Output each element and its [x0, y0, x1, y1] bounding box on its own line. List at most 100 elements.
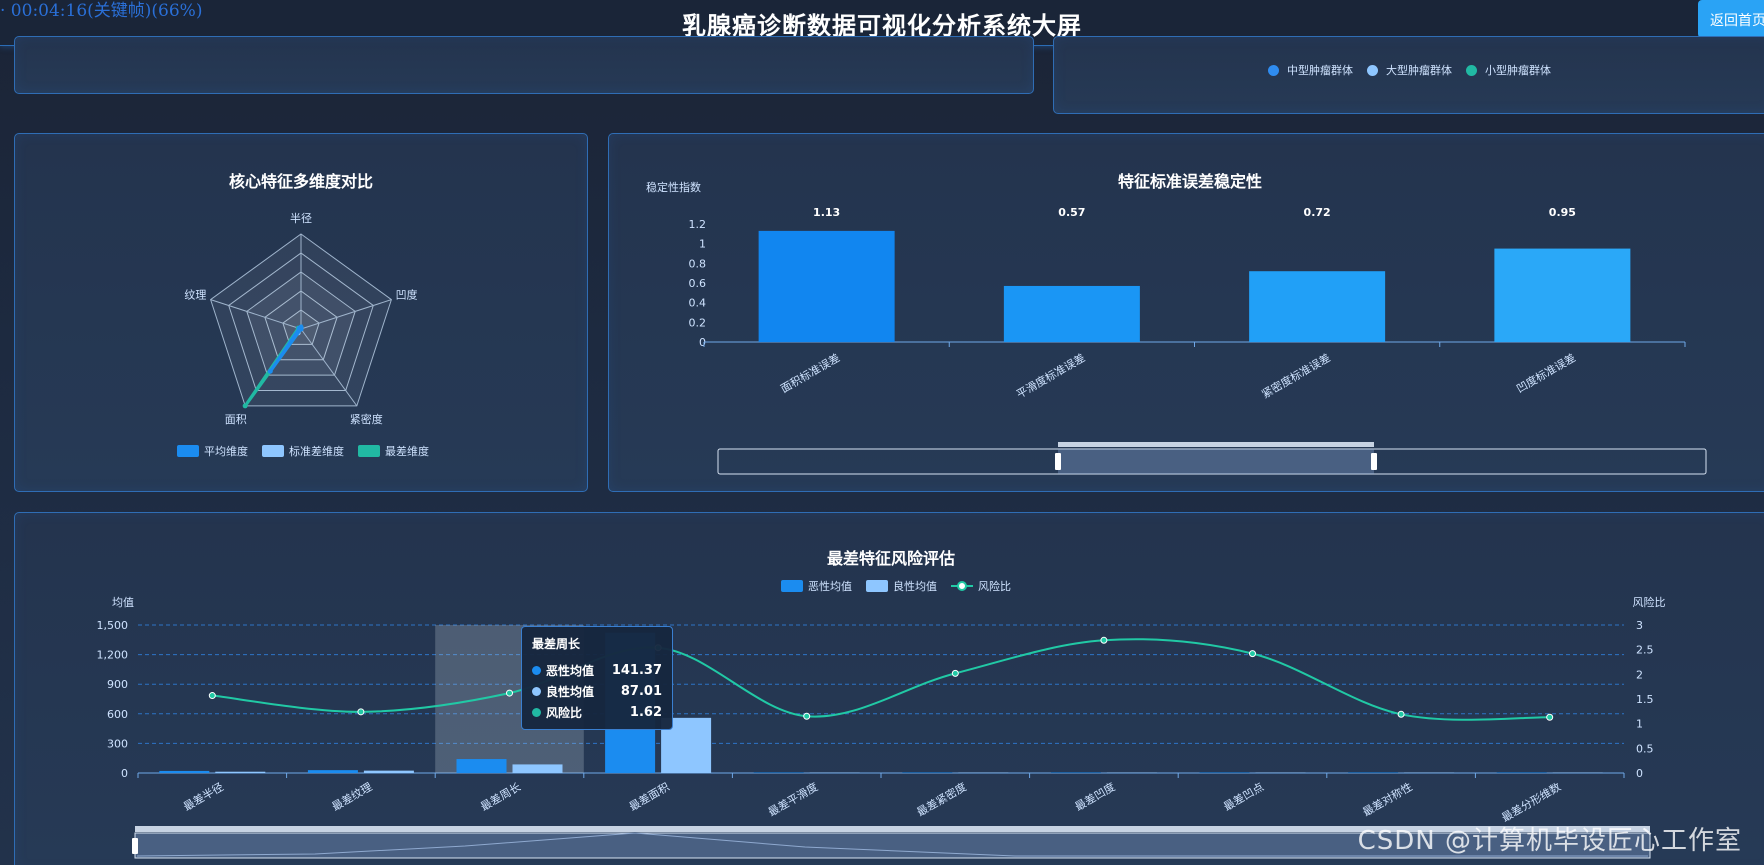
legend-label: 中型肿瘤群体 — [1287, 64, 1353, 77]
bar-y-tick: 0.4 — [689, 297, 707, 310]
radar-point — [267, 368, 273, 374]
risk-ratio-point — [1397, 710, 1405, 718]
risk-ratio-point — [1249, 650, 1256, 658]
top-right-legend-item[interactable]: 小型肿瘤群体 — [1466, 62, 1551, 78]
risk-ratio-point — [803, 712, 811, 720]
risk-ratio-point — [357, 708, 365, 716]
stability-bar — [758, 230, 895, 342]
risk-bar-malignant — [307, 770, 358, 773]
risk-bar-benign — [363, 770, 414, 773]
zoom-top-bar — [1058, 442, 1374, 447]
risk-category-label: 最差凹度 — [1072, 779, 1117, 813]
tooltip-value: 141.37 — [611, 663, 662, 678]
chart-tooltip: 最差周长 恶性均值 141.37 良性均值 87.01 风险比 1.62 — [521, 626, 673, 730]
radar-legend-item[interactable]: 平均维度 — [177, 443, 248, 459]
risk-ratio-line — [212, 638, 1550, 721]
tooltip-row: 风险比 1.62 — [532, 702, 662, 723]
top-left-panel — [14, 36, 1034, 94]
top-right-panel: 中型肿瘤群体 大型肿瘤群体 小型肿瘤群体 — [1053, 36, 1764, 114]
risk-right-tick: 3 — [1636, 619, 1643, 632]
top-right-legend: 中型肿瘤群体 大型肿瘤群体 小型肿瘤群体 — [1268, 62, 1565, 78]
zoom-handle-right — [1371, 453, 1377, 470]
risk-ratio-point — [1100, 636, 1108, 644]
tooltip-label: 良性均值 — [546, 685, 595, 699]
risk-category-label: 最差平滑度 — [766, 779, 821, 819]
risk-bar-malignant — [902, 772, 953, 773]
radar-axis-label: 半径 — [290, 211, 312, 225]
radar-legend-item[interactable]: 标准差维度 — [262, 443, 344, 459]
tooltip-rows: 恶性均值 141.37 良性均值 87.01 风险比 1.62 — [532, 660, 662, 723]
risk-bar-benign — [1255, 772, 1306, 773]
stability-category-label: 凹度标准误差 — [1514, 350, 1578, 395]
tooltip-value: 1.62 — [629, 705, 662, 720]
legend-label: 平均维度 — [204, 445, 248, 458]
risk-bar-malignant — [1050, 772, 1101, 773]
radar-axis-label: 面积 — [225, 413, 247, 426]
legend-swatch — [177, 445, 199, 457]
legend-label: 大型肿瘤群体 — [1386, 64, 1452, 77]
risk-ratio-point — [208, 692, 216, 700]
stability-value-label: 0.57 — [1058, 206, 1085, 219]
stability-value-label: 1.13 — [813, 206, 840, 219]
risk-bar-benign — [215, 771, 266, 773]
tooltip-row: 恶性均值 141.37 — [532, 660, 662, 681]
risk-left-tick: 300 — [107, 737, 128, 750]
risk-left-tick: 600 — [107, 708, 128, 721]
stability-category-label: 紧密度标准误差 — [1259, 350, 1333, 401]
back-home-button[interactable]: 返回首页 — [1698, 0, 1764, 38]
zoom-window — [1058, 449, 1374, 474]
risk-bar-benign — [958, 772, 1009, 773]
radar-point — [296, 325, 302, 331]
radar-panel: 核心特征多维度对比 半径 凹度 紧密度 面积 纹理 平均维度 标准差维度 最差维度 — [14, 133, 588, 492]
zoom-handle-left — [132, 838, 138, 854]
risk-left-tick: 900 — [107, 678, 128, 691]
radar-axis-label: 纹理 — [184, 288, 206, 302]
risk-ratio-point — [506, 689, 513, 697]
risk-bar-benign — [809, 772, 860, 773]
radar-chart: 半径凹度紧密度 面积 纹理 — [184, 211, 417, 426]
risk-category-label: 最差紧密度 — [914, 779, 969, 819]
risk-right-tick: 1 — [1636, 718, 1643, 731]
radar-axis-label: 紧密度 — [350, 412, 383, 426]
tooltip-title: 最差周长 — [532, 637, 581, 651]
risk-left-tick: 0 — [121, 767, 128, 780]
legend-label: 标准差维度 — [289, 445, 344, 458]
risk-right-tick: 0.5 — [1636, 742, 1654, 755]
stability-zoom-slider[interactable] — [717, 442, 1707, 475]
legend-swatch — [1367, 64, 1378, 76]
stability-bar — [1494, 248, 1631, 342]
stability-bar — [1249, 271, 1386, 342]
risk-bar-malignant — [159, 770, 210, 773]
tooltip-row: 良性均值 87.01 — [532, 681, 662, 702]
tooltip-dot — [532, 687, 541, 696]
stability-value-label: 0.95 — [1549, 206, 1576, 219]
legend-label: 最差维度 — [385, 445, 429, 458]
legend-swatch — [1268, 64, 1279, 76]
top-right-legend-item[interactable]: 大型肿瘤群体 — [1367, 62, 1452, 78]
risk-left-tick: 1,200 — [97, 649, 129, 662]
risk-bar-benign — [1552, 772, 1603, 773]
risk-combo-chart: 均值 风险比1,5001,200900600300032.521.510.50最差… — [97, 595, 1666, 859]
legend-swatch — [262, 445, 284, 457]
tooltip-dot — [532, 666, 541, 675]
stability-value-label: 0.72 — [1304, 206, 1331, 219]
top-right-legend-item[interactable]: 中型肿瘤群体 — [1268, 62, 1353, 78]
bar-y-tick: 1 — [699, 238, 706, 251]
risk-bar-malignant — [1496, 772, 1547, 773]
bar-y-tick: 1.2 — [689, 218, 707, 231]
bar-y-tick: 0.2 — [689, 316, 707, 329]
radar-legend-item[interactable]: 最差维度 — [358, 443, 429, 459]
risk-left-axis-name: 均值 — [112, 596, 134, 609]
legend-swatch — [358, 445, 380, 457]
risk-panel: 最差特征风险评估 恶性均值 良性均值 风险比 均值 风险比 1,500 1,200 900 6… — [14, 512, 1764, 865]
tooltip-value: 87.01 — [620, 684, 662, 699]
risk-category-label: 最差半径 — [181, 779, 226, 813]
bar-y-tick: 0.6 — [689, 277, 707, 290]
tooltip-label: 风险比 — [546, 706, 583, 720]
risk-category-label: 最差周长 — [478, 779, 523, 813]
legend-swatch — [1466, 64, 1477, 76]
risk-category-label: 最差纹理 — [329, 779, 374, 813]
watermark: CSDN @计算机毕设匠心工作室 — [1357, 826, 1742, 856]
risk-right-axis-name: 风险比 — [1633, 595, 1666, 609]
risk-left-tick: 1,500 — [97, 619, 129, 632]
